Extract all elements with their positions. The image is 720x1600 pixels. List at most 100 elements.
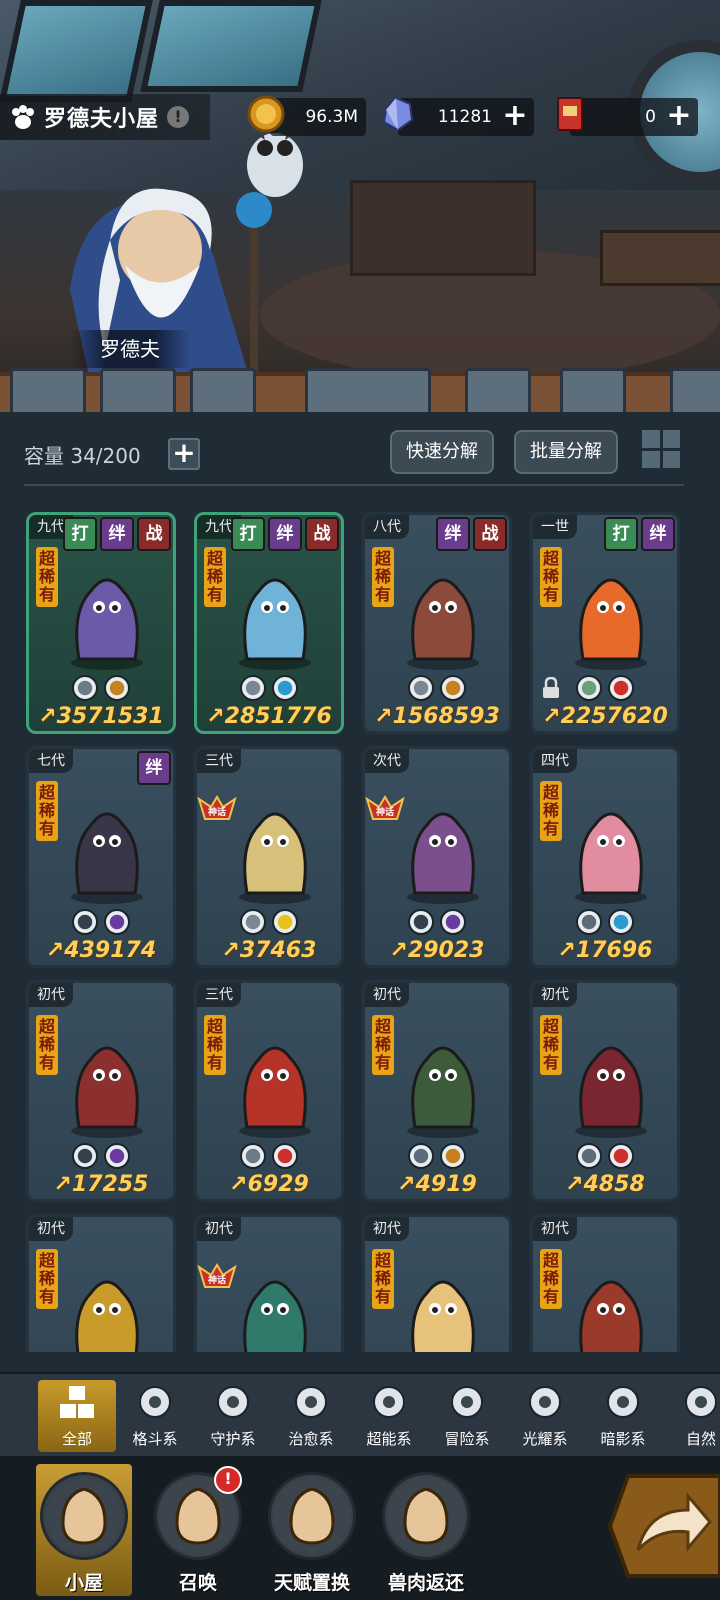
combat-power: ↗2257620 (542, 704, 668, 729)
eye-icon (607, 1386, 639, 1418)
all-icon (60, 1386, 94, 1418)
filter-tab[interactable]: 守护系 (194, 1380, 272, 1452)
nav-label: 召唤 (178, 1572, 217, 1594)
rarity-badge: 超稀有 (540, 781, 562, 841)
trait-tag: 绊 (436, 517, 470, 551)
creature-card[interactable]: 四代超稀有 ↗17696 (530, 746, 680, 968)
dark-element-icon (104, 909, 130, 935)
location-title: 罗德夫小屋 (44, 107, 160, 132)
creature-portrait (575, 578, 647, 670)
creature-portrait (407, 812, 479, 904)
house-icon (40, 1472, 128, 1560)
shadow-element-icon (408, 909, 434, 935)
crystal-icon (382, 96, 414, 132)
shadow-element-icon (72, 909, 98, 935)
batch-decompose-button[interactable]: 批量分解 (514, 430, 618, 474)
rarity-badge: 超稀有 (204, 547, 226, 607)
creature-card[interactable]: 初代超稀有 (530, 1214, 680, 1352)
creature-card[interactable]: 初代超稀有 ↗4919 (362, 980, 512, 1202)
generation-label: 初代 (365, 983, 409, 1007)
creature-portrait (575, 1046, 647, 1138)
filter-label: 守护系 (210, 1430, 256, 1448)
expand-capacity-button[interactable]: + (168, 438, 200, 470)
creature-card[interactable]: 七代超稀有 绊 ↗439174 (26, 746, 176, 968)
trait-tag: 打 (63, 517, 97, 551)
trait-tag: 打 (604, 517, 638, 551)
filter-tab[interactable]: 治愈系 (272, 1380, 350, 1452)
rarity-badge: 超稀有 (36, 1015, 58, 1075)
element-filter-bar: 全部 格斗系 守护系 治愈系 超能系 冒险系 光耀系 暗影系 自然 (0, 1372, 720, 1458)
filter-tab[interactable]: 超能系 (350, 1380, 428, 1452)
creature-card[interactable]: 初代超稀有 (26, 1214, 176, 1352)
swap-icon (268, 1472, 356, 1560)
star-element-icon (272, 909, 298, 935)
creature-card[interactable]: 初代超稀有 ↗4858 (530, 980, 680, 1202)
generation-label: 初代 (533, 1217, 577, 1241)
generation-label: 一世 (533, 515, 577, 539)
svg-text:神话: 神话 (376, 806, 394, 818)
shadow-element-icon (72, 1143, 98, 1169)
paw-icon (12, 105, 34, 129)
nav-swap-button[interactable]: 天赋置换 (264, 1464, 360, 1596)
rarity-badge: 超稀有 (372, 547, 394, 607)
combat-power: ↗29023 (389, 938, 485, 963)
filter-tab[interactable]: 格斗系 (116, 1380, 194, 1452)
creature-card[interactable]: 八代超稀有 绊战 ↗1568593 (362, 512, 512, 734)
generation-label: 八代 (365, 515, 409, 539)
rarity-badge: 超稀有 (204, 1015, 226, 1075)
alien-icon (373, 1386, 405, 1418)
creature-card[interactable]: 初代超稀有 ↗17255 (26, 980, 176, 1202)
element-icons (29, 675, 173, 701)
hero-name-label: 罗德夫 (70, 330, 190, 368)
shield-icon (217, 1386, 249, 1418)
filter-tab[interactable]: 暗影系 (584, 1380, 662, 1452)
stone-block (10, 368, 86, 418)
info-button[interactable]: ! (167, 106, 190, 128)
fight-element-icon (240, 675, 266, 701)
nav-house-button[interactable]: 小屋 (36, 1464, 132, 1596)
lock-icon[interactable] (541, 677, 561, 699)
creature-card[interactable]: 三代 神话 ↗37463 (194, 746, 344, 968)
trait-tags: 打绊战 (63, 517, 171, 551)
filter-label: 暗影系 (600, 1430, 646, 1448)
stone-block (670, 368, 720, 418)
adventure-element-icon (440, 675, 466, 701)
nav-meat-button[interactable]: 兽肉返还 (378, 1464, 474, 1596)
filter-label: 光耀系 (522, 1430, 568, 1448)
creature-portrait (239, 578, 311, 670)
creature-card[interactable]: 三代超稀有 ↗6929 (194, 980, 344, 1202)
adventure-element-icon (104, 675, 130, 701)
go-arrow-button[interactable] (608, 1470, 720, 1582)
filter-tab[interactable]: 全部 (38, 1380, 116, 1452)
trait-tags: 打绊战 (231, 517, 339, 551)
guard-element-icon (408, 1143, 434, 1169)
trait-tag: 战 (305, 517, 339, 551)
add-crystal-button[interactable]: + (500, 101, 530, 132)
creature-card[interactable]: 初代 神话 (194, 1214, 344, 1352)
add-ticket-button[interactable]: + (664, 101, 694, 132)
filter-tab[interactable]: 冒险系 (428, 1380, 506, 1452)
creature-portrait (243, 1280, 307, 1352)
psychic-element-icon (240, 1143, 266, 1169)
filter-label: 格斗系 (132, 1430, 178, 1448)
meat-icon (382, 1472, 470, 1560)
creature-card[interactable]: 九代超稀有打绊战 ↗2851776 (194, 512, 344, 734)
trait-tag: 绊 (641, 517, 675, 551)
creature-card[interactable]: 初代超稀有 (362, 1214, 512, 1352)
trait-tag: 打 (231, 517, 265, 551)
filter-tab[interactable]: 光耀系 (506, 1380, 584, 1452)
creature-card[interactable]: 次代 神话 ↗29023 (362, 746, 512, 968)
filter-tab[interactable]: 自然 (662, 1380, 720, 1452)
sprout-icon (295, 1386, 327, 1418)
combat-power: ↗3571531 (38, 704, 164, 729)
trait-tag: 战 (137, 517, 171, 551)
combat-power: ↗4919 (397, 1172, 477, 1197)
combat-power: ↗17696 (557, 938, 653, 963)
grid-view-icon[interactable] (642, 430, 680, 468)
creature-card[interactable]: 九代超稀有打绊战 ↗3571531 (26, 512, 176, 734)
quick-decompose-button[interactable]: 快速分解 (390, 430, 494, 474)
creature-portrait (71, 578, 143, 670)
creature-card[interactable]: 一世超稀有 打绊 ↗2257620 (530, 512, 680, 734)
rarity-badge: 超稀有 (372, 1249, 394, 1309)
creature-portrait (579, 1280, 643, 1352)
